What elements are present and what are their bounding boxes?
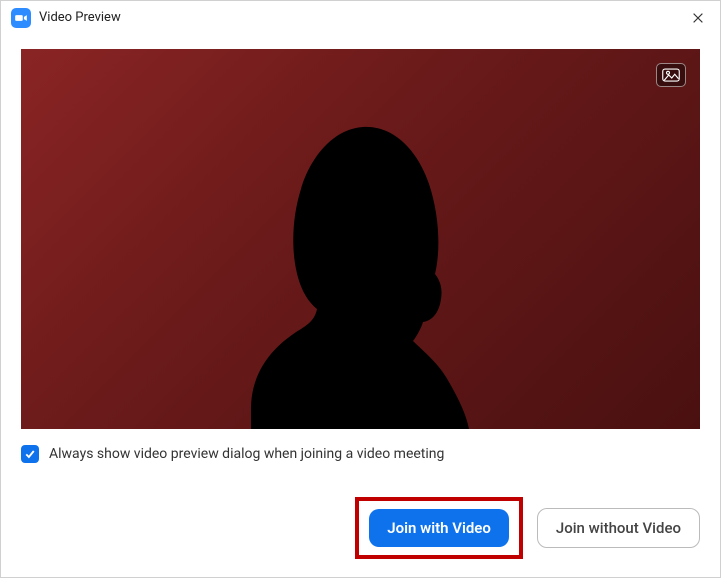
dialog-title: Video Preview: [39, 10, 121, 25]
dialog-button-row: Join with Video Join without Video: [355, 497, 700, 559]
close-button[interactable]: [686, 6, 710, 30]
person-silhouette: [191, 109, 531, 429]
join-with-video-button[interactable]: Join with Video: [369, 509, 509, 547]
always-show-preview-row: Always show video preview dialog when jo…: [21, 445, 700, 463]
always-show-preview-label: Always show video preview dialog when jo…: [49, 446, 444, 462]
video-preview-dialog: Video Preview Always show video: [0, 0, 721, 578]
virtual-background-button[interactable]: [656, 63, 686, 87]
video-preview-panel: [21, 49, 700, 429]
always-show-preview-checkbox[interactable]: [21, 445, 39, 463]
join-without-video-button[interactable]: Join without Video: [537, 508, 700, 548]
instruction-highlight-box: Join with Video: [355, 497, 523, 559]
titlebar: Video Preview: [1, 1, 720, 35]
zoom-logo-icon: [11, 8, 31, 28]
